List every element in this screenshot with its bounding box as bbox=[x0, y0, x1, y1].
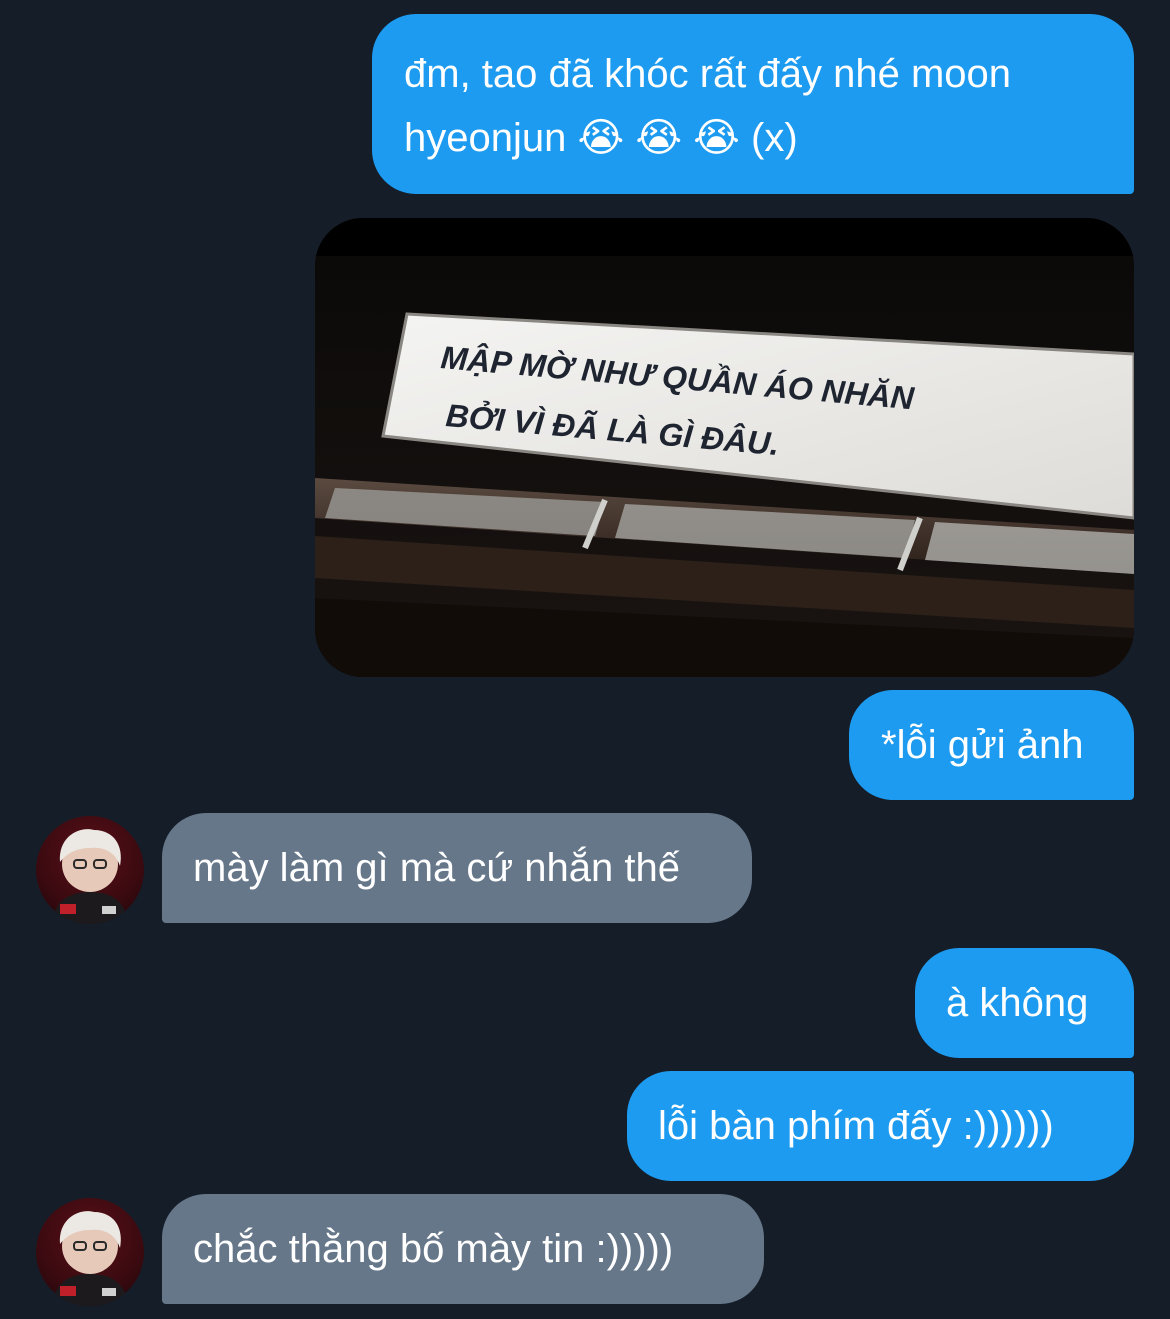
message-bubble-incoming[interactable]: chắc thằng bố mày tin :))))) bbox=[162, 1194, 764, 1304]
avatar-image bbox=[52, 829, 128, 924]
message-bubble-outgoing[interactable]: à không bbox=[915, 948, 1134, 1058]
message-image-attachment[interactable]: MẬP MỜ NHƯ QUẦN ÁO NHĂN BỞI VÌ ĐÃ LÀ GÌ … bbox=[315, 218, 1134, 677]
avatar-image bbox=[52, 1211, 128, 1306]
message-bubble-outgoing[interactable]: lỗi bàn phím đấy :)))))) bbox=[627, 1071, 1134, 1181]
image-sign-photo: MẬP MỜ NHƯ QUẦN ÁO NHĂN BỞI VÌ ĐÃ LÀ GÌ … bbox=[315, 218, 1134, 677]
message-bubble-incoming[interactable]: mày làm gì mà cứ nhắn thế bbox=[162, 813, 752, 923]
message-bubble-outgoing[interactable]: đm, tao đã khóc rất đấy nhé moon hyeonju… bbox=[372, 14, 1134, 194]
message-bubble-outgoing[interactable]: *lỗi gửi ảnh bbox=[849, 690, 1134, 800]
contact-avatar[interactable] bbox=[36, 816, 144, 924]
contact-avatar[interactable] bbox=[36, 1198, 144, 1306]
